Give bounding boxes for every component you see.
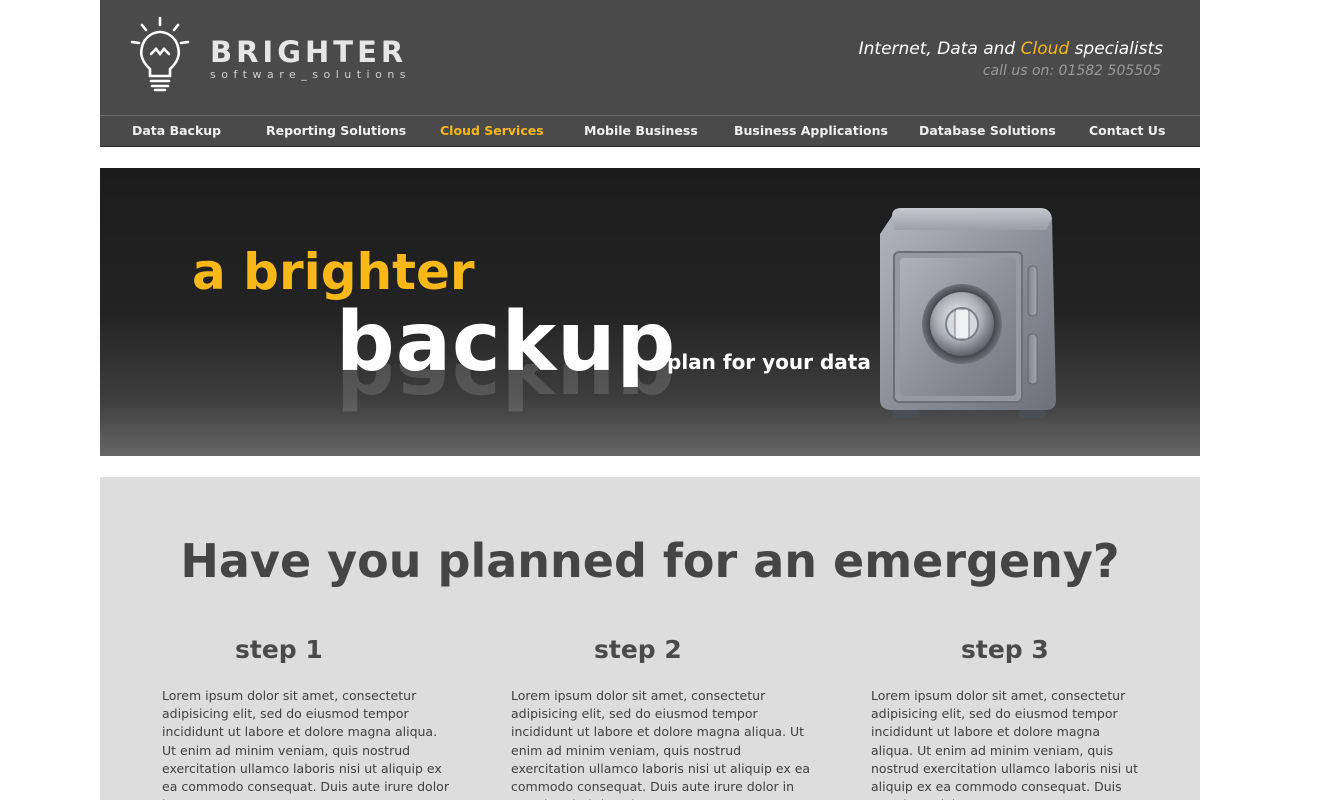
tagline-prefix: Internet, Data and — [858, 39, 1021, 59]
step-2-text: Lorem ipsum dolor sit amet, consectetur … — [511, 688, 811, 800]
lightbulb-logo-icon[interactable] — [130, 16, 190, 94]
tagline: Internet, Data and Cloud specialists cal… — [859, 37, 1163, 81]
step-1-text: Lorem ipsum dolor sit amet, consectetur … — [162, 688, 449, 800]
step-3-title: step 3 — [961, 635, 1049, 664]
nav-item-data-backup[interactable]: Data Backup — [132, 116, 221, 147]
tagline-suffix: specialists — [1069, 39, 1163, 59]
nav-item-database-solutions[interactable]: Database Solutions — [919, 116, 1056, 147]
brand-name: BRIGHTER — [210, 35, 408, 69]
tagline-highlight: Cloud — [1020, 39, 1070, 59]
nav-item-contact-us[interactable]: Contact Us — [1089, 116, 1165, 147]
brand[interactable]: BRIGHTER software_solutions — [210, 36, 411, 82]
step-3-text: Lorem ipsum dolor sit amet, consectetur … — [871, 688, 1139, 800]
nav-item-mobile-business[interactable]: Mobile Business — [584, 116, 698, 147]
hero-banner[interactable]: a brighter backup backup plan for your d… — [100, 168, 1200, 456]
main-content: Have you planned for an emergeny? step 1… — [100, 477, 1200, 800]
brand-subtitle: software_solutions — [210, 68, 412, 81]
step-2-title: step 2 — [594, 635, 682, 664]
step-1-title: step 1 — [235, 635, 323, 664]
tagline-main: Internet, Data and Cloud specialists — [859, 37, 1163, 61]
page-headline: Have you planned for an emergeny? — [180, 534, 1120, 588]
phone-number: call us on: 01582 505505 — [982, 63, 1161, 79]
nav-item-business-applications[interactable]: Business Applications — [734, 116, 888, 147]
safe-icon — [870, 204, 1070, 424]
nav-item-reporting-solutions[interactable]: Reporting Solutions — [266, 116, 406, 147]
banner-line-2: backup — [336, 295, 677, 390]
main-nav: Data Backup Reporting Solutions Cloud Se… — [100, 115, 1200, 147]
nav-item-cloud-services[interactable]: Cloud Services — [440, 116, 544, 147]
banner-line-3: plan for your data — [667, 350, 871, 374]
site-header: BRIGHTER software_solutions Internet, Da… — [100, 0, 1200, 115]
